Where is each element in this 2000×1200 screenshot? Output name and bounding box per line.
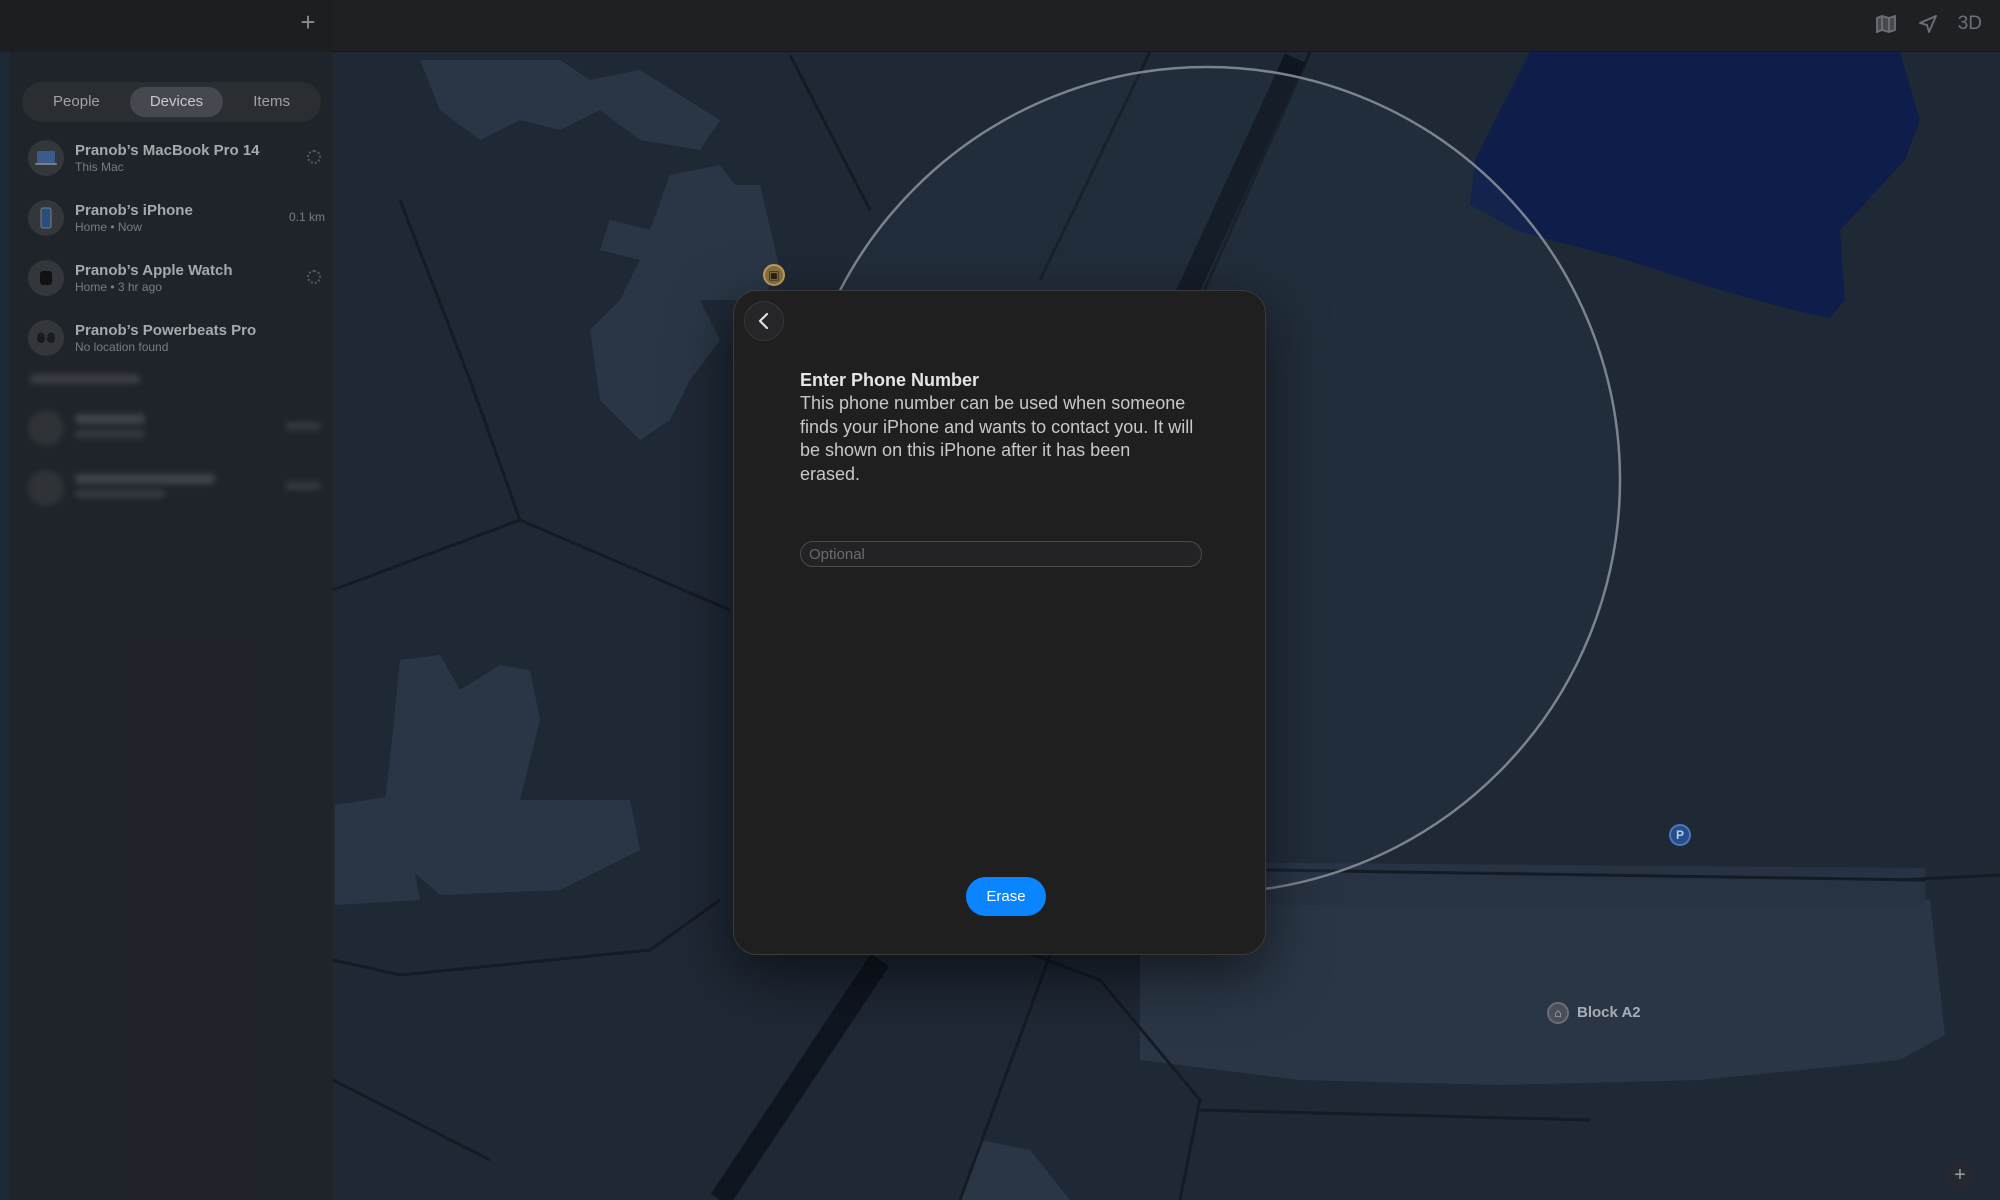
- device-status: Home • 3 hr ago: [75, 280, 162, 294]
- blurred-section-header: [30, 374, 140, 384]
- device-name: Pranob’s Powerbeats Pro: [75, 322, 257, 339]
- zoom-plus-icon[interactable]: +: [1945, 1160, 1975, 1190]
- device-name: Pranob’s iPhone: [75, 202, 193, 219]
- loading-spinner-icon: [307, 270, 321, 284]
- device-name: Pranob’s MacBook Pro 14: [75, 142, 260, 159]
- loading-spinner-icon: [307, 150, 321, 164]
- sidebar-titlebar: [0, 0, 333, 52]
- back-button[interactable]: [744, 301, 784, 341]
- device-row-macbook[interactable]: Pranob’s MacBook Pro 14 This Mac: [10, 128, 333, 188]
- device-name: Pranob’s Apple Watch: [75, 262, 233, 279]
- laptop-icon: [28, 140, 64, 176]
- device-list: Pranob’s MacBook Pro 14 This Mac Pranob’…: [10, 128, 333, 518]
- map-pin-icon[interactable]: ▣: [763, 264, 785, 286]
- device-distance: 0.1 km: [288, 210, 325, 224]
- tab-items[interactable]: Items: [233, 87, 310, 117]
- blurred-device-row: [10, 458, 333, 518]
- watch-icon: [28, 260, 64, 296]
- category-tabs: People Devices Items: [22, 82, 321, 122]
- map-label-block: Block A2: [1577, 1004, 1641, 1021]
- tab-people[interactable]: People: [33, 87, 120, 117]
- sidebar: People Devices Items Pranob’s MacBook Pr…: [10, 52, 333, 1200]
- device-row-powerbeats[interactable]: Pranob’s Powerbeats Pro No location foun…: [10, 308, 333, 368]
- toolbar: + 3D: [0, 0, 2000, 52]
- device-row-apple-watch[interactable]: Pranob’s Apple Watch Home • 3 hr ago: [10, 248, 333, 308]
- view-3d-button[interactable]: 3D: [1958, 13, 1982, 35]
- chevron-left-icon: [758, 312, 769, 330]
- erase-button[interactable]: Erase: [966, 877, 1046, 916]
- find-my-window: ▣ P ⌂ Block A2 + + 3D People Devices Ite…: [0, 0, 2000, 1200]
- device-status: No location found: [75, 340, 169, 354]
- device-row-iphone[interactable]: Pranob’s iPhone Home • Now 0.1 km: [10, 188, 333, 248]
- tab-devices[interactable]: Devices: [129, 87, 224, 117]
- device-status: Home • Now: [75, 220, 142, 234]
- earbuds-icon: [28, 320, 64, 356]
- iphone-icon: [28, 200, 64, 236]
- add-icon[interactable]: +: [296, 9, 320, 35]
- building-icon[interactable]: ⌂: [1547, 1002, 1569, 1024]
- blurred-device-row: [10, 398, 333, 458]
- parking-icon[interactable]: P: [1669, 824, 1691, 846]
- map-icon[interactable]: [1874, 12, 1898, 36]
- dialog-description: This phone number can be used when someo…: [800, 393, 1194, 484]
- device-status: This Mac: [75, 160, 124, 174]
- location-arrow-icon[interactable]: [1916, 12, 1940, 36]
- toolbar-controls: 3D: [1874, 12, 1982, 36]
- dialog-title: Enter Phone Number: [800, 370, 980, 390]
- erase-phone-number-dialog: Enter Phone Number This phone number can…: [733, 290, 1266, 955]
- phone-number-input[interactable]: [800, 541, 1202, 567]
